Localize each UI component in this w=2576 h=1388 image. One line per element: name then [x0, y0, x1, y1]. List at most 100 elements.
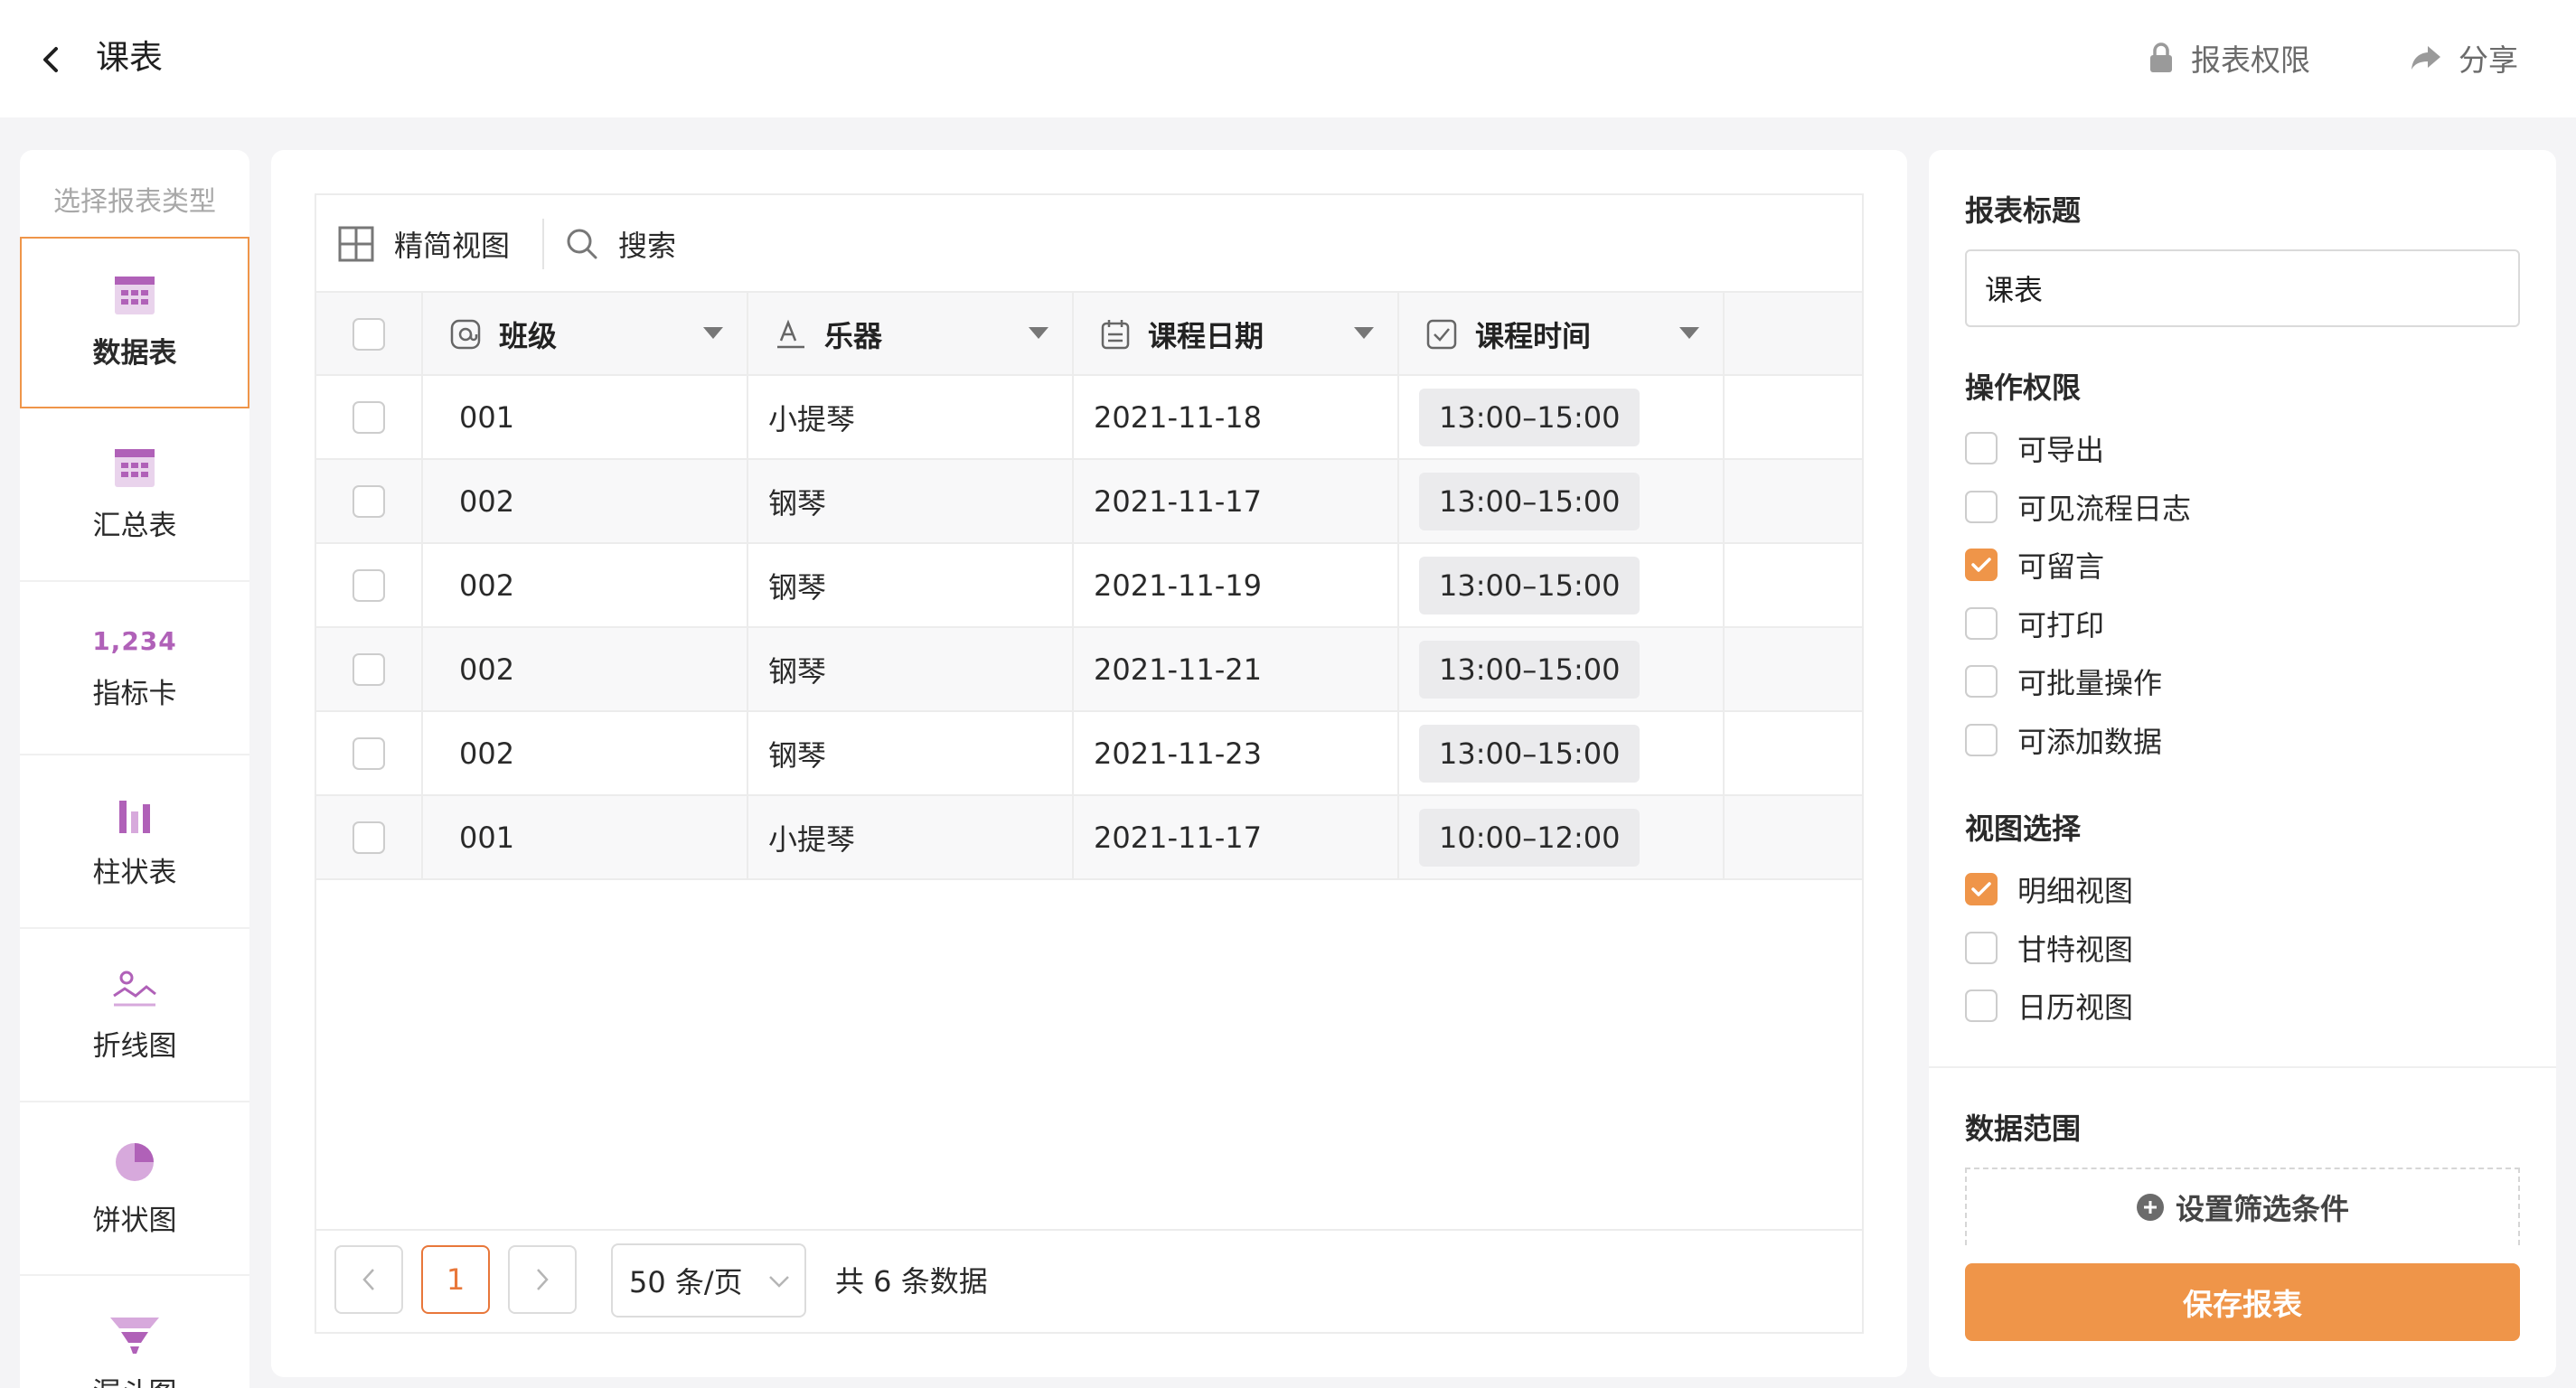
cell-instrument: 小提琴 [748, 796, 1074, 878]
report-title-input[interactable] [1965, 249, 2520, 327]
report-type-metric-card[interactable]: 1,234 指标卡 [20, 584, 249, 755]
checkbox-checked[interactable] [1965, 873, 1998, 905]
column-header-instrument[interactable]: 乐器 [748, 293, 1074, 376]
report-type-pie-chart[interactable]: 饼状图 [20, 1104, 249, 1276]
column-header-class[interactable]: 班级 [423, 293, 748, 376]
row-checkbox[interactable] [316, 628, 423, 710]
cell-empty [1725, 376, 1862, 458]
option-label: 可留言 [2017, 549, 2105, 585]
next-page-button[interactable] [508, 1245, 577, 1314]
select-all-checkbox[interactable] [316, 293, 423, 376]
line-chart-icon [113, 971, 156, 1006]
option-checkbox-item[interactable]: 可添加数据 [1965, 718, 2162, 762]
sidebar-title: 选择报表类型 [53, 186, 216, 218]
row-checkbox[interactable] [316, 376, 423, 458]
report-title-label: 报表标题 [1965, 193, 2082, 228]
table-row[interactable]: 002 钢琴 2021-11-17 13:00–15:00 [316, 460, 1862, 544]
share-button[interactable]: 分享 [2410, 31, 2518, 85]
sort-dropdown-icon[interactable] [1679, 327, 1699, 339]
column-header-label: 课程时间 [1475, 319, 1592, 353]
cell-class: 002 [423, 460, 748, 542]
total-count: 共 6 条数据 [835, 1264, 988, 1299]
cell-date: 2021-11-17 [1074, 796, 1399, 878]
chevron-left-icon [362, 1269, 374, 1290]
set-filter-button[interactable]: 设置筛选条件 [1965, 1168, 2520, 1245]
report-type-label: 折线图 [92, 1029, 177, 1063]
page-size-value: 50 条/页 [629, 1265, 743, 1299]
time-chip: 13:00–15:00 [1419, 388, 1641, 446]
report-type-line-chart[interactable]: 折线图 [20, 931, 249, 1102]
report-type-label: 汇总表 [92, 509, 177, 542]
sort-dropdown-icon[interactable] [1029, 327, 1048, 339]
data-range-label: 数据范围 [1965, 1111, 2082, 1146]
option-checkbox-item[interactable]: 可留言 [1965, 543, 2104, 586]
checkbox[interactable] [1965, 606, 1998, 640]
metric-card-icon: 1,234 [92, 626, 177, 656]
chevron-right-icon [537, 1269, 549, 1290]
checkbox[interactable] [1965, 665, 1998, 699]
option-checkbox-item[interactable]: 日历视图 [1965, 984, 2133, 1027]
checkbox[interactable] [1965, 432, 1998, 464]
time-chip: 13:00–15:00 [1419, 472, 1641, 530]
sort-dropdown-icon[interactable] [1354, 327, 1374, 339]
table-row[interactable]: 002 钢琴 2021-11-21 13:00–15:00 [316, 628, 1862, 712]
cell-empty [1725, 460, 1862, 542]
page-1-button[interactable]: 1 [421, 1245, 490, 1314]
bar-chart-icon [119, 800, 150, 833]
option-label: 可导出 [2017, 433, 2105, 467]
cell-date: 2021-11-19 [1074, 544, 1399, 626]
search-icon [567, 229, 597, 259]
option-label: 可打印 [2017, 607, 2105, 642]
row-checkbox[interactable] [316, 796, 423, 878]
row-checkbox[interactable] [316, 460, 423, 542]
report-type-summary-table[interactable]: 汇总表 [20, 410, 249, 582]
cell-date: 2021-11-21 [1074, 628, 1399, 710]
cell-time: 13:00–15:00 [1399, 628, 1725, 710]
cell-time: 10:00–12:00 [1399, 796, 1725, 878]
report-permission-button[interactable]: 报表权限 [2148, 31, 2310, 85]
search-button[interactable]: 搜索 [566, 217, 676, 271]
cell-empty [1725, 628, 1862, 710]
row-checkbox[interactable] [316, 712, 423, 794]
checkbox[interactable] [1965, 931, 1998, 964]
prev-page-button[interactable] [334, 1245, 403, 1314]
option-checkbox-item[interactable]: 明细视图 [1965, 868, 2133, 911]
checkbox[interactable] [1965, 724, 1998, 756]
option-checkbox-item[interactable]: 可导出 [1965, 427, 2104, 470]
report-type-label: 饼状图 [92, 1204, 177, 1237]
option-checkbox-item[interactable]: 可批量操作 [1965, 660, 2162, 703]
checkbox[interactable] [1965, 989, 1998, 1023]
option-checkbox-item[interactable]: 可见流程日志 [1965, 485, 2191, 529]
toolbar-divider [542, 219, 544, 269]
share-label: 分享 [2458, 42, 2518, 78]
funnel-chart-icon [110, 1317, 159, 1354]
save-report-button[interactable]: 保存报表 [1965, 1263, 2520, 1341]
option-checkbox-item[interactable]: 可打印 [1965, 602, 2104, 645]
table-panel: 精简视图 搜索 班级 乐器 课程日期 课程时间 001 小提琴 2021-11-… [271, 150, 1907, 1377]
report-type-data-table[interactable]: 数据表 [20, 237, 249, 408]
cell-date: 2021-11-18 [1074, 376, 1399, 458]
table-row[interactable]: 002 钢琴 2021-11-23 13:00–15:00 [316, 712, 1862, 796]
row-checkbox[interactable] [316, 544, 423, 626]
report-type-bar-chart[interactable]: 柱状表 [20, 757, 249, 929]
sort-dropdown-icon[interactable] [703, 327, 723, 339]
column-header-time[interactable]: 课程时间 [1399, 293, 1725, 376]
at-icon [450, 319, 481, 350]
checkbox [353, 318, 385, 351]
report-permission-label: 报表权限 [2191, 42, 2310, 78]
page-size-select[interactable]: 50 条/页 [611, 1243, 806, 1318]
checkbox[interactable] [1965, 490, 1998, 523]
checkbox-checked[interactable] [1965, 549, 1998, 582]
cell-date: 2021-11-23 [1074, 712, 1399, 794]
back-button[interactable] [25, 34, 76, 85]
column-header-date[interactable]: 课程日期 [1074, 293, 1399, 376]
cell-date: 2021-11-17 [1074, 460, 1399, 542]
option-label: 日历视图 [2017, 990, 2134, 1026]
table-row[interactable]: 001 小提琴 2021-11-18 13:00–15:00 [316, 376, 1862, 460]
column-header-label: 班级 [499, 319, 558, 353]
table-row[interactable]: 002 钢琴 2021-11-19 13:00–15:00 [316, 544, 1862, 628]
table-row[interactable]: 001 小提琴 2021-11-17 10:00–12:00 [316, 796, 1862, 880]
option-checkbox-item[interactable]: 甘特视图 [1965, 926, 2133, 970]
report-type-funnel-chart[interactable]: 漏斗图 [20, 1278, 249, 1388]
compact-view-button[interactable]: 精简视图 [338, 217, 510, 271]
